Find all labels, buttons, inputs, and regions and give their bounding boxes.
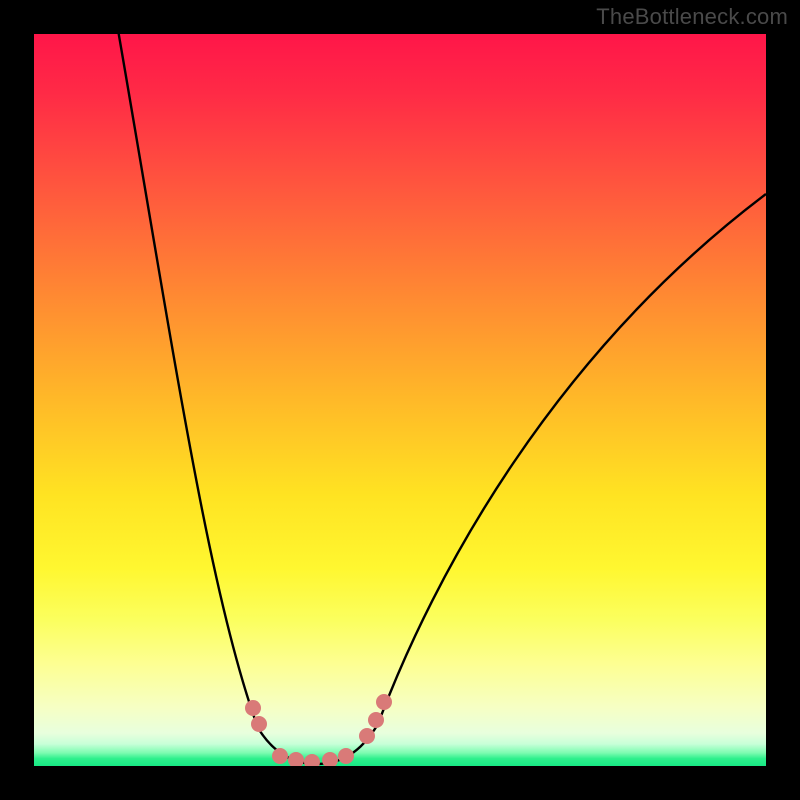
curve-marker xyxy=(376,694,392,710)
curve-marker xyxy=(288,752,304,766)
curve-marker xyxy=(251,716,267,732)
curve-marker xyxy=(338,748,354,764)
curve-marker xyxy=(245,700,261,716)
curve-layer xyxy=(34,34,766,766)
curve-marker xyxy=(272,748,288,764)
bottleneck-curve xyxy=(117,34,766,764)
watermark-label: TheBottleneck.com xyxy=(596,4,788,30)
marker-group xyxy=(245,694,392,766)
curve-marker xyxy=(359,728,375,744)
plot-area xyxy=(34,34,766,766)
curve-marker xyxy=(304,754,320,766)
chart-frame: TheBottleneck.com xyxy=(0,0,800,800)
curve-marker xyxy=(322,752,338,766)
curve-marker xyxy=(368,712,384,728)
